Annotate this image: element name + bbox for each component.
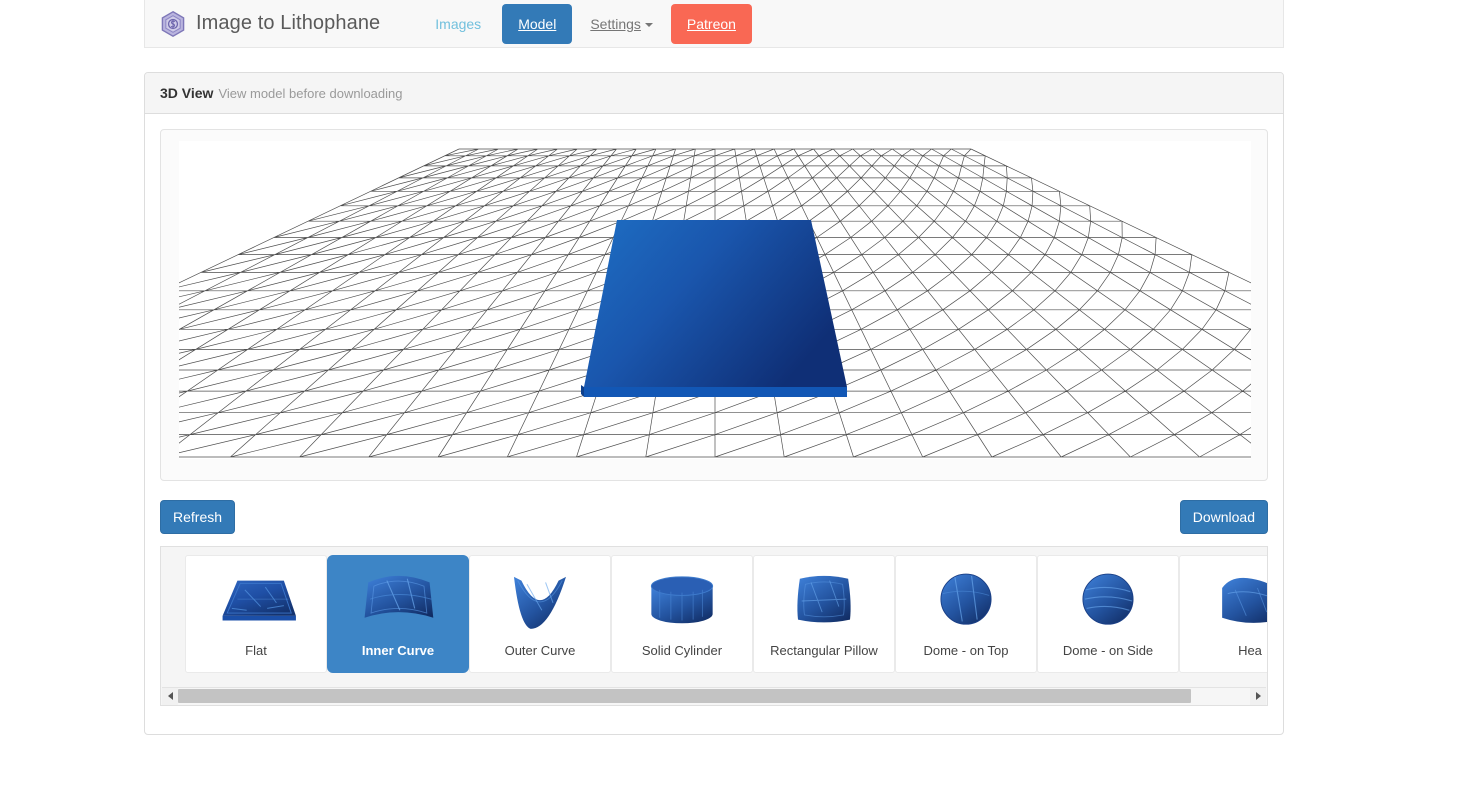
shape-thumbnail-rectangular-pillow[interactable]: Rectangular Pillow (753, 555, 895, 673)
page-subtitle: View model before downloading (218, 85, 403, 101)
solid-cylinder-thumb (635, 562, 729, 640)
shape-selector-panel: Flat Inner Curve Outer Curve Solid Cylin… (160, 546, 1268, 706)
shape-thumbnail-inner-curve[interactable]: Inner Curve (327, 555, 469, 673)
shape-thumbnail-label: Rectangular Pillow (770, 643, 878, 658)
brand-title: Image to Lithophane (196, 12, 381, 34)
three-d-viewport[interactable] (160, 129, 1268, 481)
brand-link[interactable]: Image to Lithophane (155, 0, 392, 48)
shape-thumbnail-dome-on-top[interactable]: Dome - on Top (895, 555, 1037, 673)
page-root: Image to Lithophane Images Model Setting… (0, 0, 1462, 811)
scrollbar-thumb[interactable] (178, 688, 1192, 703)
refresh-button[interactable]: Refresh (160, 500, 236, 534)
shape-thumbnail-label: Outer Curve (504, 643, 576, 658)
heart-thumb (1203, 562, 1267, 640)
shape-thumbnail-hea[interactable]: Hea (1179, 555, 1267, 673)
hexagon-cube-logo-icon (161, 10, 185, 37)
rectangular-pillow-thumb (777, 562, 871, 640)
shape-thumbnail-outer-curve[interactable]: Outer Curve (469, 555, 611, 673)
inner-curve-thumb (351, 562, 445, 640)
chevron-down-icon (644, 22, 653, 27)
action-bar: Refresh Download (160, 500, 1268, 534)
shape-thumbnail-scroller[interactable]: Flat Inner Curve Outer Curve Solid Cylin… (161, 547, 1267, 684)
shape-thumbnail-dome-on-side[interactable]: Dome - on Side (1037, 555, 1179, 673)
nav-links: Images Model Settings Patreon (420, 0, 752, 48)
shape-thumbnail-label: Hea (1238, 643, 1262, 658)
shape-thumbnail-label: Dome - on Top (923, 643, 1009, 658)
shape-thumbnail-flat[interactable]: Flat (185, 555, 327, 673)
shape-thumbnail-row: Flat Inner Curve Outer Curve Solid Cylin… (161, 547, 1267, 673)
panel-body: Refresh Download Flat Inner Curve Outer … (145, 114, 1283, 721)
navbar: Image to Lithophane Images Model Setting… (144, 0, 1284, 48)
scroll-left-arrow-icon[interactable] (162, 687, 178, 705)
lithophane-model (581, 220, 847, 397)
nav-link-images[interactable]: Images (420, 0, 496, 48)
flat-plate-thumb (209, 562, 303, 640)
model-panel: 3D View View model before downloading Re… (144, 72, 1284, 735)
dome-on-side-thumb (1061, 562, 1155, 640)
nav-link-settings[interactable]: Settings (578, 2, 665, 46)
outer-curve-thumb (493, 562, 587, 640)
scroll-right-arrow-icon[interactable] (1250, 687, 1266, 705)
nav-link-model[interactable]: Model (502, 3, 573, 44)
three-d-scene (179, 141, 1251, 459)
horizontal-scrollbar[interactable] (162, 687, 1266, 705)
three-d-canvas[interactable] (179, 141, 1251, 459)
dome-on-top-thumb (919, 562, 1013, 640)
shape-thumbnail-solid-cylinder[interactable]: Solid Cylinder (611, 555, 753, 673)
shape-thumbnail-label: Solid Cylinder (641, 643, 723, 658)
nav-link-patreon[interactable]: Patreon (670, 3, 752, 44)
shape-thumbnail-label: Dome - on Side (1062, 643, 1154, 658)
page-title: 3D View (160, 85, 214, 101)
panel-heading: 3D View View model before downloading (145, 73, 1283, 114)
shape-thumbnail-label: Inner Curve (361, 643, 435, 658)
nav-link-settings-label: Settings (590, 15, 641, 32)
shape-thumbnail-label: Flat (245, 643, 267, 658)
scrollbar-track[interactable] (178, 687, 1250, 705)
download-button[interactable]: Download (1179, 500, 1268, 534)
